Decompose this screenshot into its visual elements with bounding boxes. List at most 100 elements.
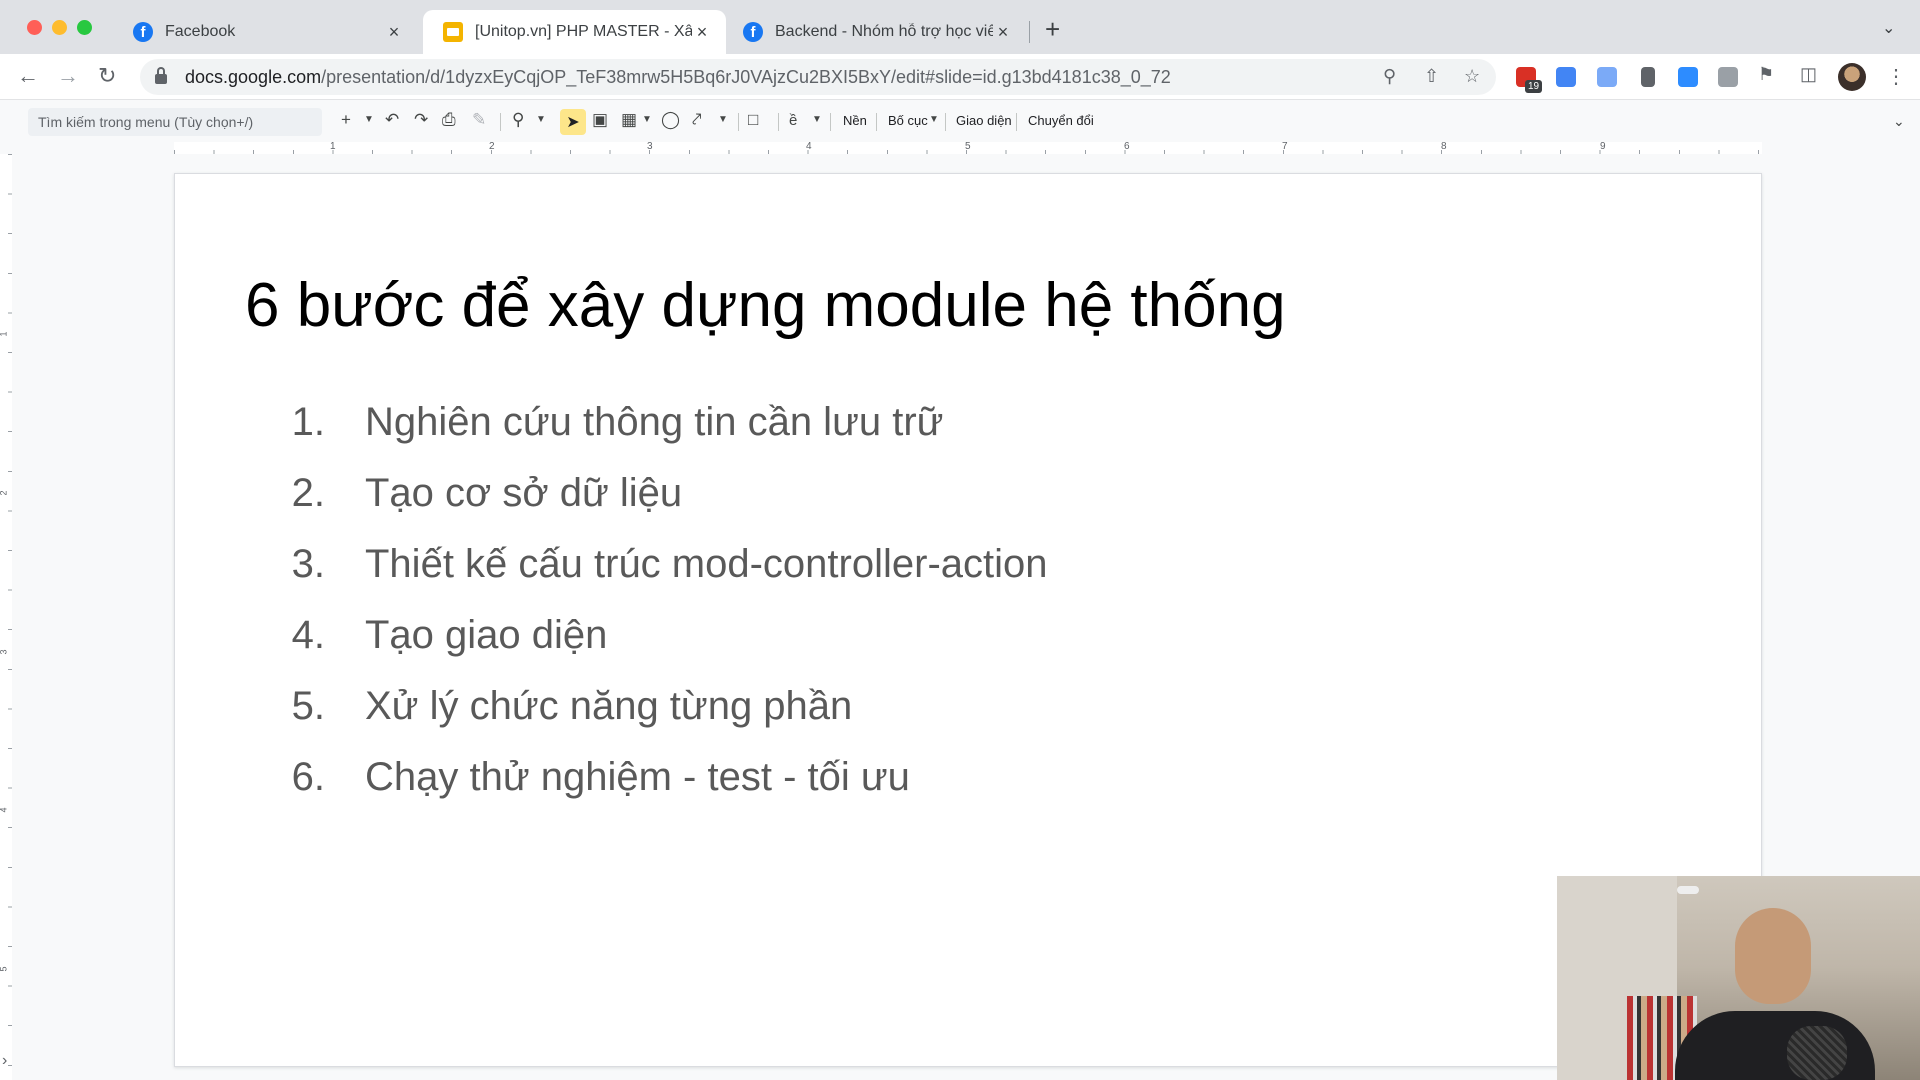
text-box-icon[interactable]: ▣ [592, 110, 608, 130]
toolbar-divider [830, 113, 831, 131]
list-item[interactable]: 1. Nghiên cứu thông tin cần lưu trữ [245, 387, 1048, 458]
ruler-number: 1 [330, 141, 336, 152]
new-slide-plus-icon[interactable]: + [341, 110, 351, 130]
input-tools-dropdown-icon[interactable]: ▼ [812, 114, 822, 125]
profile-avatar[interactable] [1838, 63, 1866, 91]
ruler-number: 1 [0, 331, 9, 336]
list-number: 1. [291, 400, 325, 444]
paint-format-icon[interactable]: ✎ [472, 110, 486, 130]
back-arrow-icon[interactable]: ← [17, 63, 39, 89]
toolbar-divider [1016, 113, 1017, 131]
ruler-number: 2 [489, 141, 495, 152]
screen-extension-icon[interactable] [1597, 67, 1617, 87]
side-panel-icon[interactable]: ◫ [1800, 64, 1817, 85]
add-comment-icon[interactable]: □ [748, 110, 758, 130]
forward-arrow-icon[interactable]: → [57, 63, 79, 89]
close-tab-icon[interactable]: × [384, 22, 404, 43]
url-host: docs.google.com [185, 66, 322, 87]
tab-title: Facebook [165, 23, 236, 40]
menu-search-input[interactable]: Tìm kiếm trong menu (Tùy chọn+/) [28, 108, 322, 136]
ruler-number: 9 [1600, 141, 1606, 152]
notes-extension-icon[interactable] [1641, 67, 1655, 87]
insert-image-icon[interactable]: ▦ [621, 110, 637, 130]
tab-google-slides[interactable]: [Unitop.vn] PHP MASTER - Xây × [423, 10, 726, 54]
list-item[interactable]: 6. Chạy thử nghiệm - test - tối ưu [245, 742, 1048, 813]
layout-button[interactable]: Bố cục [888, 113, 928, 128]
tab-backend-group[interactable]: f Backend - Nhóm hỗ trợ học viên × [723, 10, 1027, 54]
list-item[interactable]: 3. Thiết kế cấu trúc mod-controller-actio… [245, 529, 1048, 600]
address-bar[interactable]: docs.google.com/presentation/d/1dyzxEyCq… [140, 59, 1496, 95]
input-tools-icon[interactable]: ề [789, 112, 797, 129]
code-extension-icon[interactable] [1718, 67, 1738, 87]
theme-button[interactable]: Giao diện [956, 113, 1012, 128]
slide-title[interactable]: 6 bước để xây dựng module hệ thống [245, 270, 1286, 341]
select-cursor-icon[interactable]: ➤ [560, 109, 586, 135]
google-slides-icon [443, 22, 463, 42]
extensions-puzzle-icon[interactable]: ⚑ [1758, 64, 1774, 85]
image-dropdown-icon[interactable]: ▼ [642, 114, 652, 125]
slide-numbered-list[interactable]: 1. Nghiên cứu thông tin cần lưu trữ 2. Tạo… [245, 387, 1048, 813]
list-item[interactable]: 2. Tạo cơ sở dữ liệu [245, 458, 1048, 529]
list-item-text: Tạo giao diện [365, 613, 608, 657]
zoom-icon[interactable]: ⚲ [1383, 66, 1396, 87]
ruler-number: 4 [0, 807, 9, 812]
bookmark-star-icon[interactable]: ☆ [1464, 66, 1480, 87]
share-icon[interactable]: ⇧ [1424, 66, 1439, 87]
list-number: 6. [291, 755, 325, 799]
microphone-icon [1787, 1026, 1847, 1080]
toolbar-divider [500, 113, 501, 131]
list-item-text: Chạy thử nghiệm - test - tối ưu [365, 755, 910, 799]
transition-button[interactable]: Chuyển đổi [1028, 113, 1094, 128]
horizontal-ruler: 1 2 3 4 5 6 7 8 9 [174, 141, 1762, 154]
translate-extension-icon[interactable] [1556, 67, 1576, 87]
new-tab-button[interactable]: + [1045, 14, 1060, 45]
shape-icon[interactable]: ◯ [661, 110, 680, 130]
background-button[interactable]: Nền [843, 113, 867, 128]
redo-icon[interactable]: ↷ [414, 110, 428, 130]
browser-menu-icon[interactable]: ⋮ [1886, 64, 1906, 89]
close-tab-icon[interactable]: × [993, 22, 1013, 43]
ruler-number: 4 [806, 141, 812, 152]
facebook-icon: f [743, 22, 763, 42]
close-window-button[interactable] [27, 20, 42, 35]
collapse-toolbar-chevron-icon[interactable]: ⌄ [1893, 113, 1905, 130]
tab-title: Backend - Nhóm hỗ trợ học viên [775, 23, 993, 40]
tab-search-chevron-icon[interactable]: ⌄ [1882, 18, 1895, 38]
list-number: 2. [291, 471, 325, 515]
layout-dropdown-icon[interactable]: ▼ [929, 114, 939, 125]
toolbar-divider [738, 113, 739, 131]
list-item[interactable]: 4. Tạo giao diện [245, 600, 1048, 671]
zoom-extension-icon[interactable] [1678, 67, 1698, 87]
tab-title: [Unitop.vn] PHP MASTER - Xây [475, 23, 692, 40]
ruler-number: 5 [0, 966, 9, 971]
list-item[interactable]: 5. Xử lý chức năng từng phần [245, 671, 1048, 742]
print-icon[interactable]: ⎙ [442, 110, 456, 130]
tab-divider [1029, 21, 1030, 43]
list-item-text: Nghiên cứu thông tin cần lưu trữ [365, 400, 944, 444]
navigation-bar: ← → ↻ docs.google.com/presentation/d/1dy… [0, 54, 1920, 100]
tab-facebook[interactable]: f Facebook × [113, 10, 418, 54]
list-item-text: Xử lý chức năng từng phần [365, 684, 853, 728]
line-dropdown-icon[interactable]: ▼ [718, 114, 728, 125]
toolbar-divider [876, 113, 877, 131]
zoom-tool-icon[interactable]: ⚲ [512, 110, 524, 130]
new-slide-dropdown-icon[interactable]: ▼ [364, 114, 374, 125]
close-tab-icon[interactable]: × [692, 22, 712, 43]
line-icon[interactable]: ⤤ [692, 110, 702, 130]
facebook-icon: f [133, 22, 153, 42]
tab-strip: f Facebook × [Unitop.vn] PHP MASTER - Xâ… [0, 0, 1920, 54]
toolbar-divider [778, 113, 779, 131]
minimize-window-button[interactable] [52, 20, 67, 35]
url-text[interactable]: docs.google.com/presentation/d/1dyzxEyCq… [185, 67, 1171, 88]
undo-icon[interactable]: ↶ [385, 110, 399, 130]
zoom-dropdown-icon[interactable]: ▼ [536, 114, 546, 125]
list-number: 3. [291, 542, 325, 586]
slide-page[interactable]: 6 bước để xây dựng module hệ thống 1. Ngh… [174, 173, 1762, 1067]
browser-window: f Facebook × [Unitop.vn] PHP MASTER - Xâ… [0, 0, 1920, 1080]
expand-filmstrip-chevron-icon[interactable]: › [2, 1052, 7, 1070]
list-item-text: Tạo cơ sở dữ liệu [365, 471, 683, 515]
maximize-window-button[interactable] [77, 20, 92, 35]
ruler-number: 3 [0, 649, 9, 654]
lock-icon [155, 67, 167, 84]
reload-icon[interactable]: ↻ [98, 63, 116, 89]
